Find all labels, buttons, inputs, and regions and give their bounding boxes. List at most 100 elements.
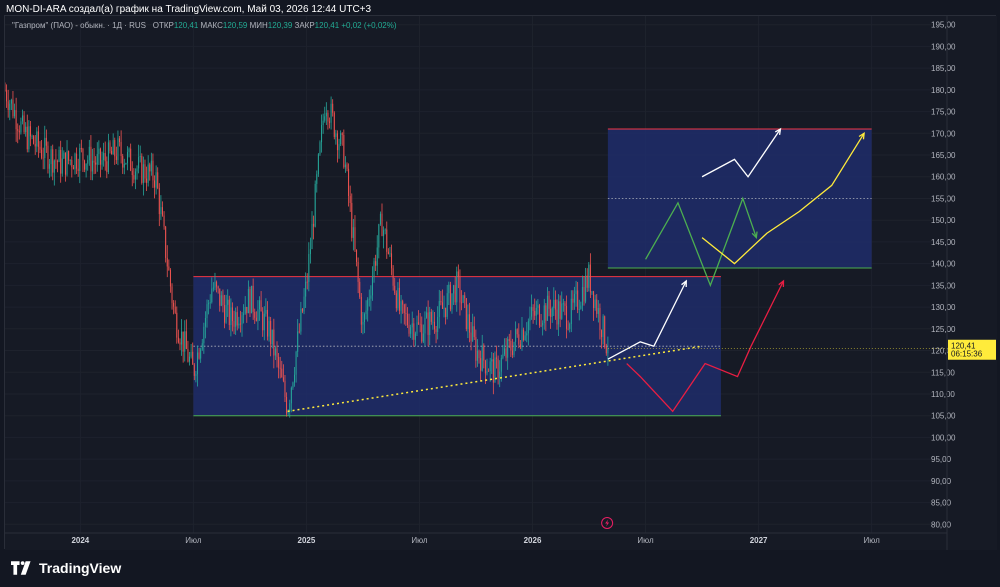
candle-body [322,120,324,126]
candle-body [379,213,381,225]
candle-body [578,308,580,310]
candle-body [387,251,389,254]
candle-body [502,354,504,358]
candle-body [591,291,593,293]
candle-body [45,137,47,146]
candle-body [384,229,386,231]
y-axis-tick-label: 115,00 [931,368,955,377]
y-axis-tick-label: 165,00 [931,151,956,160]
candle-body [564,303,566,306]
candle-body [473,326,475,338]
candle-body [589,264,591,293]
candle-body [204,317,206,327]
y-axis-tick-label: 95,00 [931,455,952,464]
candle-body [513,341,515,355]
candle-body [196,352,198,375]
candle-body [72,167,74,170]
y-axis-tick-label: 125,00 [931,325,956,334]
candle-body [488,371,490,372]
candle-body [389,253,391,255]
candle-body [583,287,585,302]
candle-body [259,300,261,310]
candle-body [179,342,181,345]
candle-body [7,101,9,111]
candle-body [352,227,354,238]
candle-body [313,223,315,227]
candle-body [472,326,474,341]
legend-change-value: +0,02 (+0,02%) [341,21,397,30]
candle-body [243,313,245,316]
candle-body [416,322,418,334]
candle-body [448,284,450,294]
candle-body [53,160,55,173]
candle-body [410,327,412,334]
candle-body [548,295,550,309]
candle-body [454,285,456,303]
candle-body [511,350,513,355]
candle-body [184,331,186,352]
candle-body [214,281,216,288]
candle-body [445,307,447,317]
y-axis-tick-label: 180,00 [931,86,956,95]
candle-body [505,348,507,358]
candle-body [510,340,512,351]
y-axis-tick-label: 100,00 [931,433,956,442]
y-axis-tick-label: 135,00 [931,281,956,290]
x-axis-tick-label: Июл [637,536,654,545]
y-axis-tick-label: 130,00 [931,303,956,312]
candle-body [103,153,105,161]
candle-body [123,164,125,168]
candle-body [139,156,141,158]
candle-body [106,161,108,173]
candle-body [545,305,547,321]
y-axis-tick-label: 145,00 [931,238,956,247]
candle-body [246,306,248,314]
candle-body [55,160,57,162]
candle-body [77,168,79,171]
candle-body [21,115,23,122]
candle-body [449,284,451,310]
candle-body [538,305,540,326]
candle-body [535,307,537,316]
candle-body [402,301,404,305]
candle-body [391,253,393,269]
candle-body [58,149,60,162]
candle-body [68,151,70,161]
candle-body [201,343,203,350]
candle-body [254,311,256,318]
x-axis-tick-label: 2027 [750,536,768,545]
candle-body [286,397,288,414]
legend-low-value: 120,39 [267,21,293,30]
candle-body [561,303,563,319]
candle-body [297,331,299,352]
candle-body [521,329,523,348]
chart-frame[interactable]: 195,00 190,00 185,00 180,00 175,00 170,00 165,… [4,15,997,550]
candle-body [470,332,472,341]
y-axis-tick-label: 140,00 [931,260,956,269]
tradingview-logo[interactable]: TradingView [11,560,121,576]
chart-header-caption: MON-DI-ARA создал(а) график на TradingVi… [6,4,372,15]
candle-body [383,230,385,236]
candle-body [239,323,241,325]
candle-body [263,313,265,331]
candle-body [344,164,346,168]
candle-body [468,314,470,333]
candle-body [365,310,367,315]
candle-body [566,305,568,329]
candle-body [351,202,353,238]
candle-body [553,299,555,308]
candle-body [325,112,327,117]
candle-body [104,153,106,162]
candle-body [15,110,17,130]
legend-close-value: 120,41 [314,21,340,30]
candlestick-chart[interactable]: 195,00 190,00 185,00 180,00 175,00 170,00 165,… [5,16,997,550]
candle-body [31,136,33,138]
candle-body [93,160,95,163]
candle-body [373,261,375,278]
y-axis-tick-label: 85,00 [931,499,952,508]
candle-body [25,126,27,133]
candle-body [192,351,194,365]
candle-body [519,344,521,348]
candle-body [581,287,583,306]
candle-body [114,140,116,157]
